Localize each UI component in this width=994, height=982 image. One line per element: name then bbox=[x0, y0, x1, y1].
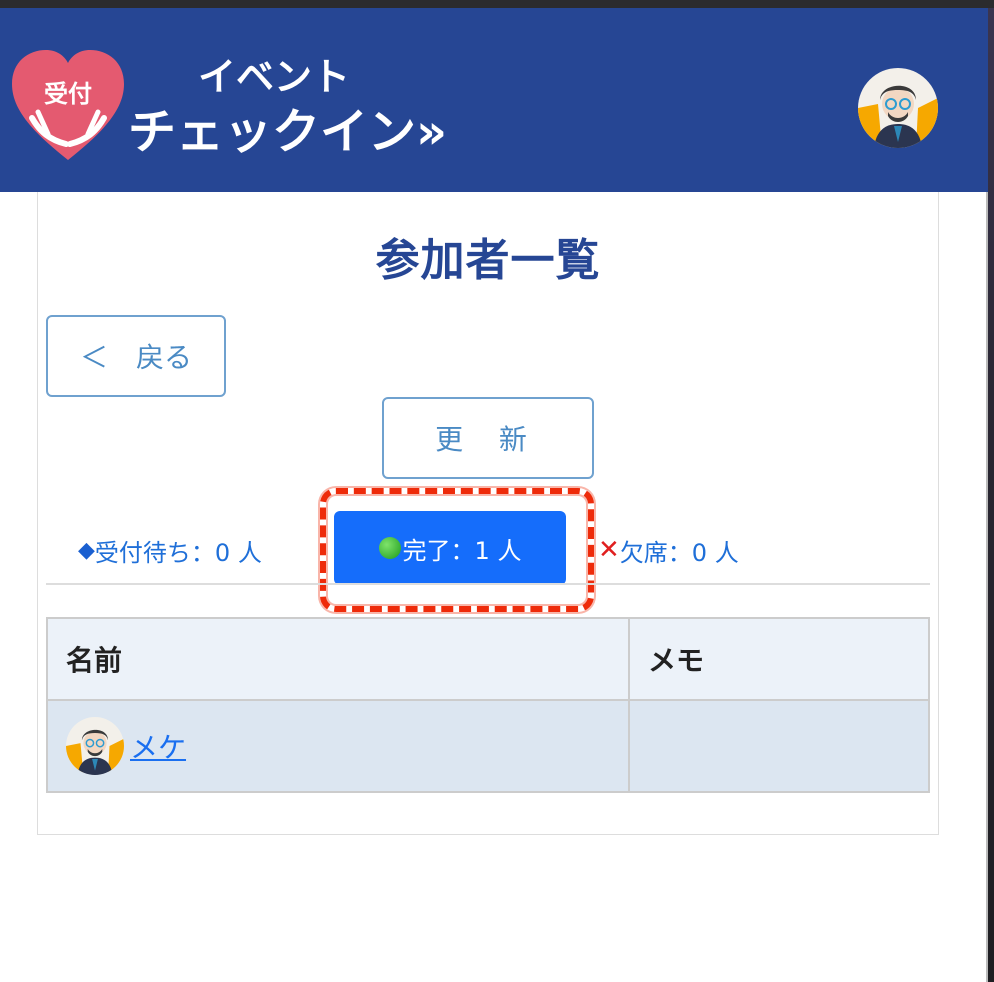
column-header-memo: メモ bbox=[628, 617, 930, 701]
tab-waiting[interactable]: ◆ 受付待ち：0 人 bbox=[78, 530, 262, 570]
name-cell: メケ bbox=[46, 699, 630, 793]
user-avatar-icon bbox=[858, 68, 938, 148]
scrollbar-track[interactable] bbox=[986, 192, 988, 982]
logo-line1: イベント bbox=[198, 55, 350, 99]
event-checkin-logo[interactable]: 受付 イベント チェックイン» bbox=[10, 48, 470, 163]
memo-cell bbox=[628, 699, 930, 793]
logo-line2: チェックイン» bbox=[128, 104, 447, 160]
page-title: 参加者一覧 bbox=[375, 235, 601, 286]
refresh-button[interactable]: 更 新 bbox=[382, 397, 594, 479]
tab-absent-label: 欠席：0 人 bbox=[619, 538, 739, 567]
column-header-name: 名前 bbox=[46, 617, 630, 701]
table-row: メケ bbox=[46, 699, 930, 793]
tabs-divider bbox=[46, 583, 930, 585]
tab-absent[interactable]: ✕ 欠席：0 人 bbox=[598, 530, 739, 570]
window-top-strip bbox=[0, 0, 994, 8]
app-header: 受付 イベント チェックイン» bbox=[0, 8, 988, 192]
browser-edge bbox=[988, 8, 994, 982]
attendee-table: 名前 メモ メケ bbox=[46, 617, 930, 793]
red-cross-icon: ✕ bbox=[598, 535, 620, 565]
back-button[interactable]: ＜ 戻る bbox=[46, 315, 226, 397]
attendee-name-link[interactable]: メケ bbox=[130, 726, 186, 766]
annotation-highlight bbox=[320, 488, 594, 612]
table-header-row: 名前 メモ bbox=[46, 617, 930, 701]
diamond-icon: ◆ bbox=[78, 537, 95, 563]
logo-badge-text: 受付 bbox=[44, 80, 92, 108]
tab-waiting-label: 受付待ち：0 人 bbox=[94, 538, 262, 567]
attendee-avatar-icon bbox=[66, 717, 124, 775]
user-avatar[interactable] bbox=[858, 68, 938, 148]
